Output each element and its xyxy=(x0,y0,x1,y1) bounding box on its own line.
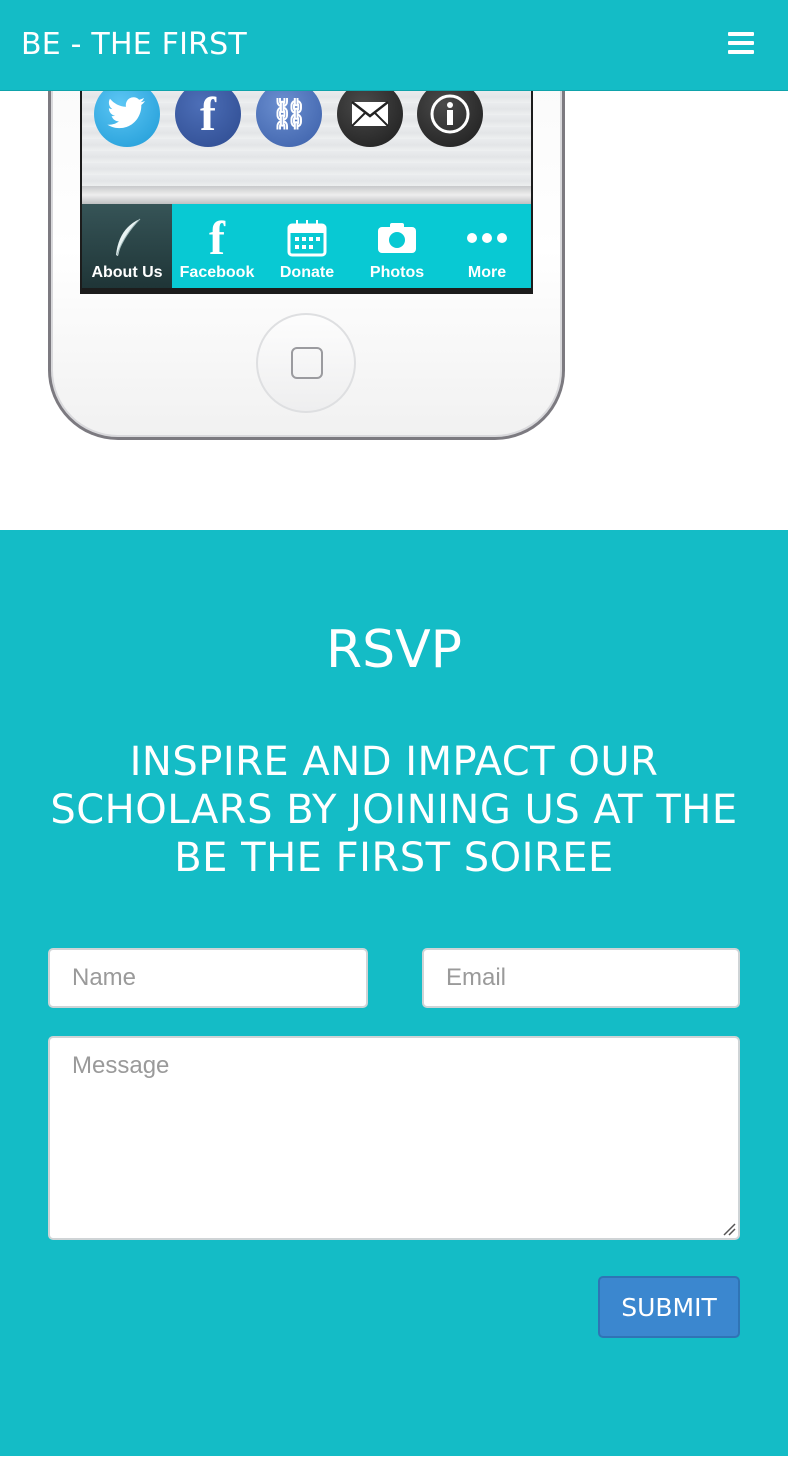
top-navbar: BE - THE FIRST xyxy=(0,0,788,91)
facebook-f-icon: f xyxy=(209,211,225,265)
page-bottom-divider xyxy=(0,1456,788,1462)
tab-about-us[interactable]: About Us xyxy=(82,204,172,288)
tab-more[interactable]: More xyxy=(442,204,532,288)
rsvp-heading: RSVP xyxy=(325,620,463,680)
brand-title[interactable]: BE - THE FIRST xyxy=(21,27,247,63)
message-textarea[interactable] xyxy=(48,1036,740,1240)
tab-label: Photos xyxy=(369,264,425,281)
more-dots-icon xyxy=(442,216,532,260)
phone-mockup-section: f ⛓ About Us f Facebook Donate Photos Mo… xyxy=(0,91,788,530)
tab-donate[interactable]: Donate xyxy=(262,204,352,288)
camera-icon xyxy=(352,216,442,260)
feather-icon xyxy=(82,216,172,260)
tab-photos[interactable]: Photos xyxy=(352,204,442,288)
hamburger-menu-icon[interactable] xyxy=(728,32,754,56)
tab-label: Facebook xyxy=(179,264,255,281)
tab-label: About Us xyxy=(91,264,163,281)
tab-label: Donate xyxy=(279,264,335,281)
tab-facebook[interactable]: f Facebook xyxy=(172,204,262,288)
screen-divider xyxy=(82,186,531,204)
rsvp-subheading: INSPIRE AND IMPACT OUR SCHOLARS BY JOINI… xyxy=(50,739,738,881)
tab-label: More xyxy=(467,264,507,281)
name-input[interactable] xyxy=(48,948,368,1008)
submit-button[interactable]: SUBMIT xyxy=(598,1276,740,1338)
email-input[interactable] xyxy=(422,948,740,1008)
rsvp-section: RSVP INSPIRE AND IMPACT OUR SCHOLARS BY … xyxy=(0,530,788,1456)
calendar-icon xyxy=(262,216,352,260)
app-tab-bar: About Us f Facebook Donate Photos More xyxy=(82,204,531,288)
home-square-icon xyxy=(291,347,323,379)
phone-home-button xyxy=(256,313,356,413)
